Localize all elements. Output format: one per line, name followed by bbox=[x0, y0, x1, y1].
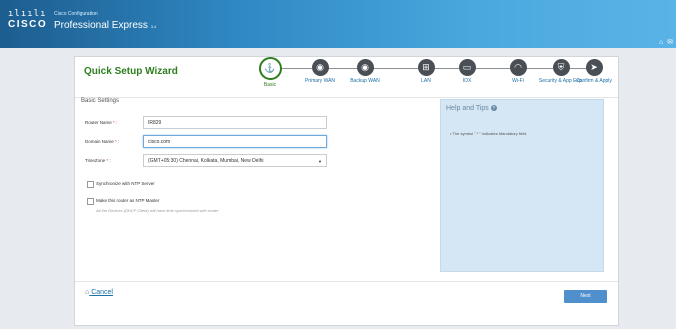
ntp-master-label: Make this router as NTP Master bbox=[96, 198, 160, 203]
router-name-input[interactable]: IR829 bbox=[143, 116, 327, 129]
home-icon[interactable]: ⌂ bbox=[659, 39, 663, 46]
globe-icon: ◉ bbox=[311, 59, 329, 76]
cisco-logo: ılıılı CISCO bbox=[8, 9, 48, 31]
top-icons: ⌂ ✉ bbox=[657, 38, 673, 46]
required-marker: * bbox=[113, 120, 115, 125]
wifi-icon: ◠ bbox=[509, 59, 527, 76]
required-marker: * bbox=[106, 158, 109, 163]
app-title-text: Professional Express bbox=[54, 20, 148, 31]
step-basic[interactable]: ⚓ Basic bbox=[244, 57, 296, 88]
network-icon: ⊞ bbox=[417, 59, 435, 76]
wizard-header: Quick Setup Wizard ⚓ Basic ◉ Primary WAN… bbox=[75, 57, 618, 98]
send-icon: ➤ bbox=[585, 59, 603, 76]
timezone-label: TimeZone * : bbox=[85, 158, 111, 163]
logo-word: CISCO bbox=[8, 19, 48, 30]
ntp-server-label: Synchronize with NTP Server bbox=[96, 181, 155, 186]
router-name-value: IR829 bbox=[148, 120, 162, 126]
drive-icon: ▭ bbox=[458, 59, 476, 76]
globe-icon: ◉ bbox=[356, 59, 374, 76]
help-title-text: Help and Tips bbox=[446, 105, 489, 112]
step-backup-wan[interactable]: ◉ Backup WAN bbox=[339, 57, 391, 84]
step-label: Confirm & Apply bbox=[576, 78, 612, 84]
timezone-value: (GMT+05:30) Chennai, Kolkata, Mumbai, Ne… bbox=[148, 158, 264, 164]
wizard-panel: Quick Setup Wizard ⚓ Basic ◉ Primary WAN… bbox=[74, 56, 619, 326]
label-colon: : bbox=[118, 139, 120, 144]
section-title: Basic Settings bbox=[81, 98, 120, 104]
app-subtitle: Cisco Configuration bbox=[54, 11, 98, 17]
app-title: Professional Express 3.4 bbox=[54, 20, 156, 31]
domain-name-input[interactable]: cisco.com bbox=[143, 135, 327, 148]
dropdown-caret-icon: ▼ bbox=[318, 159, 322, 164]
ntp-server-checkbox[interactable] bbox=[87, 181, 94, 188]
shield-icon: ⛨ bbox=[552, 59, 570, 76]
timezone-select[interactable]: (GMT+05:30) Chennai, Kolkata, Mumbai, Ne… bbox=[143, 154, 327, 167]
domain-name-label: Domain Name * : bbox=[85, 139, 119, 144]
ntp-master-checkbox[interactable] bbox=[87, 198, 94, 205]
logo-bars: ılıılı bbox=[8, 9, 47, 19]
domain-name-label-text: Domain Name bbox=[85, 139, 114, 144]
router-name-label-text: Router Name bbox=[85, 120, 112, 125]
home-icon: ⌂ bbox=[85, 289, 90, 296]
step-label: Backup WAN bbox=[350, 78, 380, 84]
wizard-title: Quick Setup Wizard bbox=[84, 66, 178, 77]
footer-divider bbox=[75, 281, 618, 282]
app-version: 3.4 bbox=[150, 24, 157, 29]
cancel-label: Cancel bbox=[91, 289, 113, 296]
mail-icon[interactable]: ✉ bbox=[667, 39, 673, 46]
question-icon: ? bbox=[490, 105, 497, 112]
step-label: Basic bbox=[263, 82, 277, 88]
next-button[interactable]: Next bbox=[564, 290, 607, 303]
step-iox[interactable]: ▭ IOX bbox=[441, 57, 493, 84]
timezone-label-text: TimeZone bbox=[85, 158, 106, 163]
help-title: Help and Tips ? bbox=[446, 105, 497, 112]
router-name-label: Router Name * : bbox=[85, 120, 117, 125]
top-bar: ılıılı CISCO Cisco Configuration Profess… bbox=[0, 0, 676, 48]
step-label: IOX bbox=[462, 78, 472, 84]
label-colon: : bbox=[109, 158, 111, 163]
domain-name-value: cisco.com bbox=[148, 139, 171, 145]
help-tip: • The symbol " * " indicates Mandatory f… bbox=[450, 131, 528, 136]
cancel-link[interactable]: ⌂ Cancel bbox=[85, 289, 113, 296]
step-confirm-apply[interactable]: ➤ Confirm & Apply bbox=[568, 57, 620, 84]
anchor-icon: ⚓ bbox=[258, 57, 282, 80]
label-colon: : bbox=[116, 120, 118, 125]
help-panel: Help and Tips ? • The symbol " * " indic… bbox=[440, 99, 604, 272]
ntp-master-hint: All the Devices (DHCP Client) will have … bbox=[96, 208, 219, 213]
required-marker: * bbox=[115, 139, 117, 144]
